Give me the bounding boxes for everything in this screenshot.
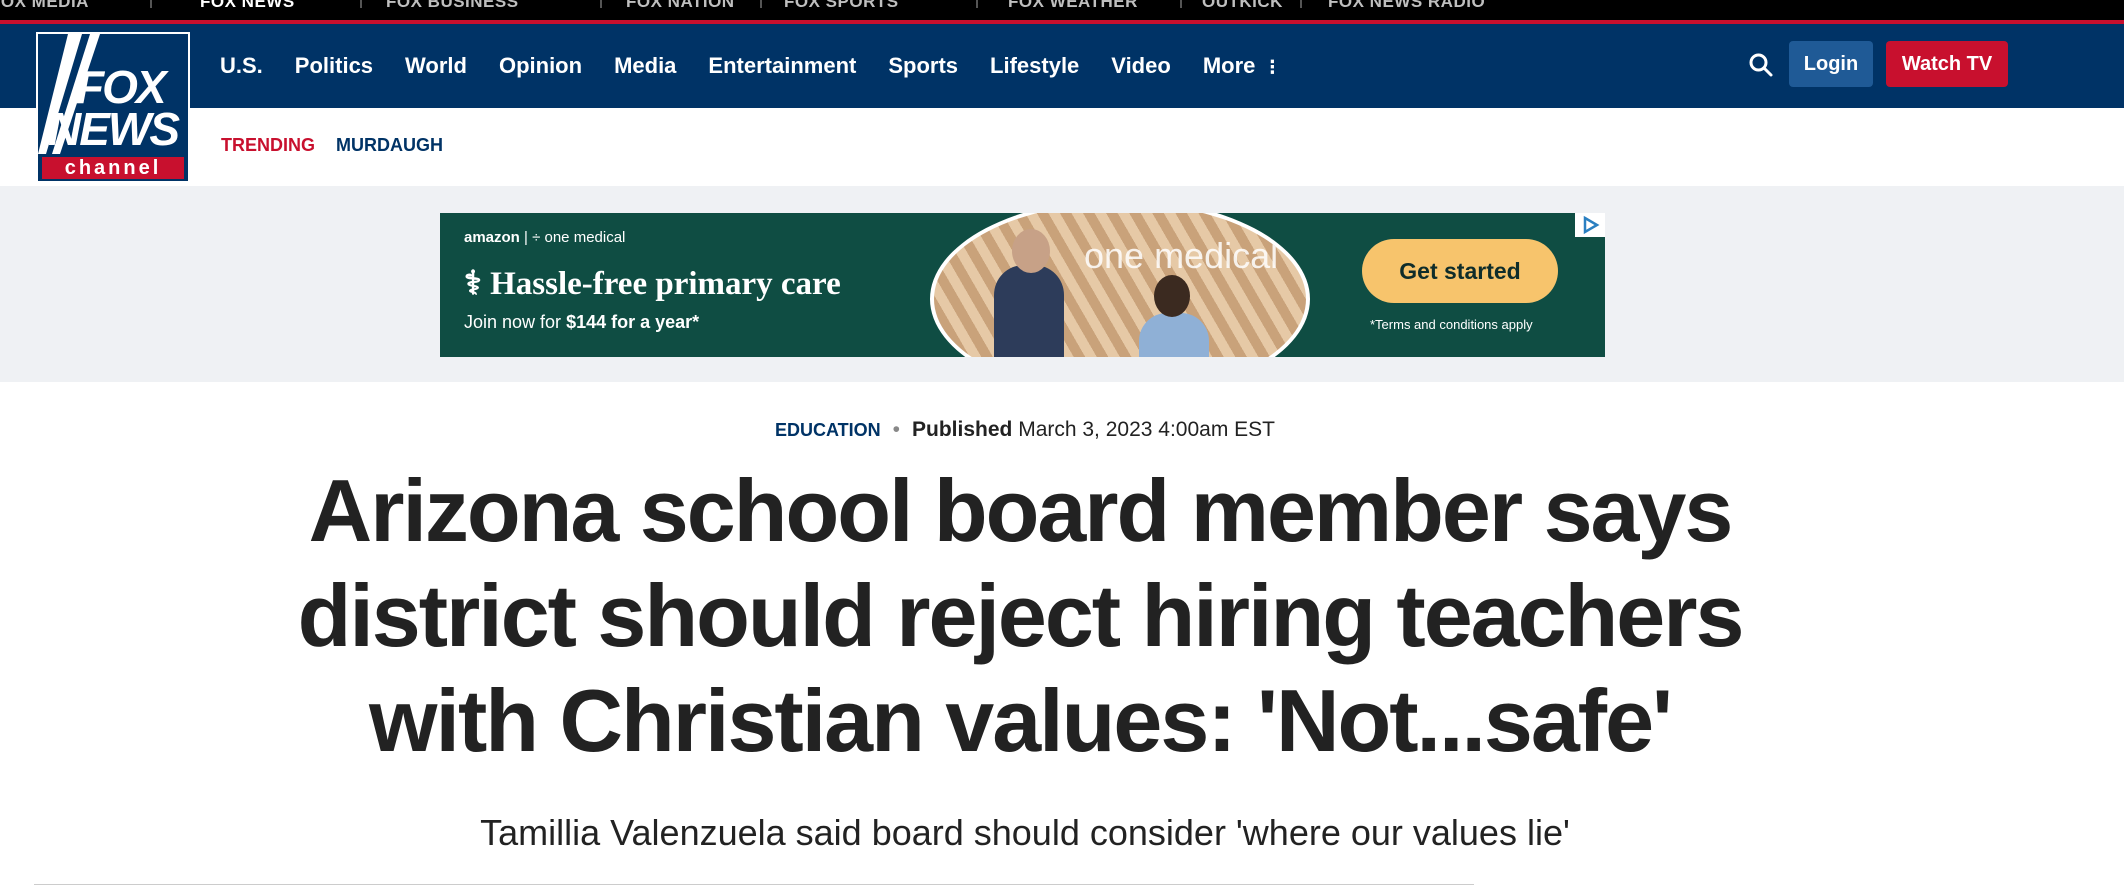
ad-subtext: Join now for $144 for a year*	[464, 312, 699, 333]
trending-bar: TRENDING MURDAUGH	[0, 108, 2124, 187]
ad-banner[interactable]: amazon | ÷ one medical ⚕ Hassle-free pri…	[440, 213, 1605, 357]
meta-separator-dot: •	[892, 418, 900, 441]
published-date: March 3, 2023 4:00am EST	[1018, 418, 1276, 441]
fox-news-logo[interactable]: FOX NEWS channel	[36, 32, 190, 183]
ad-headline-text: Hassle-free primary care	[490, 266, 841, 302]
ad-brand: amazon | ÷ one medical	[464, 229, 625, 246]
ad-brand-amazon: amazon	[464, 229, 520, 246]
network-link-fox-weather[interactable]: FOX WEATHER	[1008, 0, 1138, 11]
article-meta: EDUCATION • Published March 3, 2023 4:00am…	[0, 418, 2050, 442]
network-link-fox-nation[interactable]: FOX NATION	[626, 0, 735, 11]
ad-brand-separator: | ÷	[524, 229, 545, 246]
ad-get-started-button[interactable]: Get started	[1362, 239, 1558, 303]
network-separator	[976, 0, 978, 8]
network-separator	[760, 0, 762, 8]
nav-more-menu[interactable]: More ⋮	[1203, 53, 1282, 79]
trending-item-murdaugh[interactable]: MURDAUGH	[336, 135, 443, 156]
adchoices-icon[interactable]	[1575, 213, 1605, 237]
network-link-fox-sports[interactable]: FOX SPORTS	[784, 0, 899, 11]
ad-container: amazon | ÷ one medical ⚕ Hassle-free pri…	[0, 186, 2124, 382]
ad-headline: ⚕ Hassle-free primary care	[464, 263, 841, 303]
network-separator	[600, 0, 602, 8]
main-navigation: U.S. Politics World Opinion Media Entert…	[0, 24, 2124, 108]
stethoscope-icon: ⚕	[464, 266, 482, 302]
article-subheadline: Tamillia Valenzuela said board should co…	[480, 812, 1570, 853]
logo-channel-text: channel	[42, 157, 184, 179]
nav-links: U.S. Politics World Opinion Media Entert…	[220, 24, 1313, 108]
network-separator	[1180, 0, 1182, 8]
ad-person-woman	[1139, 313, 1209, 357]
network-link-fox-business[interactable]: FOX BUSINESS	[386, 0, 519, 11]
ad-sub-prefix: Join now for	[464, 312, 567, 332]
ad-photo: one medical	[930, 213, 1310, 357]
article-category-link[interactable]: EDUCATION	[775, 420, 881, 440]
logo-news-text: NEWS	[48, 103, 180, 155]
network-link-outkick[interactable]: OUTKICK	[1202, 0, 1283, 11]
nav-link-opinion[interactable]: Opinion	[499, 53, 582, 79]
nav-link-media[interactable]: Media	[614, 53, 676, 79]
nav-more-label: More	[1202, 53, 1256, 78]
nav-link-sports[interactable]: Sports	[888, 53, 958, 79]
watch-tv-button[interactable]: Watch TV	[1886, 41, 2008, 87]
ad-person-man	[994, 265, 1064, 357]
network-link-fox-media[interactable]: FOX MEDIA	[0, 0, 89, 11]
network-bar: FOX MEDIA FOX NEWS FOX BUSINESS FOX NATI…	[0, 0, 2124, 24]
nav-link-video[interactable]: Video	[1111, 53, 1171, 79]
vertical-dots-icon: ⋮	[1263, 57, 1282, 77]
published-label: Published	[912, 418, 1013, 441]
network-separator	[360, 0, 362, 8]
network-link-fox-news-radio[interactable]: FOX NEWS RADIO	[1328, 0, 1485, 11]
ad-person-man-head	[1012, 229, 1050, 273]
nav-link-us[interactable]: U.S.	[220, 53, 263, 79]
network-link-fox-news[interactable]: FOX NEWS	[200, 0, 295, 11]
ad-sub-price: $144 for a year*	[566, 312, 700, 332]
nav-link-world[interactable]: World	[405, 53, 467, 79]
trending-label: TRENDING	[221, 135, 315, 155]
network-separator	[150, 0, 152, 8]
nav-link-politics[interactable]: Politics	[295, 53, 373, 79]
login-button[interactable]: Login	[1789, 41, 1873, 87]
ad-person-woman-head	[1154, 275, 1190, 317]
ad-photo-text: one medical	[1084, 235, 1279, 276]
ad-brand-one-medical: one medical	[544, 229, 626, 246]
article-headline: Arizona school board member says distric…	[297, 461, 1745, 770]
ad-terms: *Terms and conditions apply	[1370, 317, 1533, 332]
nav-link-lifestyle[interactable]: Lifestyle	[990, 53, 1079, 79]
nav-link-entertainment[interactable]: Entertainment	[708, 53, 856, 79]
article-divider	[34, 884, 1474, 885]
network-separator	[1300, 0, 1302, 8]
search-icon[interactable]	[1748, 52, 1774, 78]
